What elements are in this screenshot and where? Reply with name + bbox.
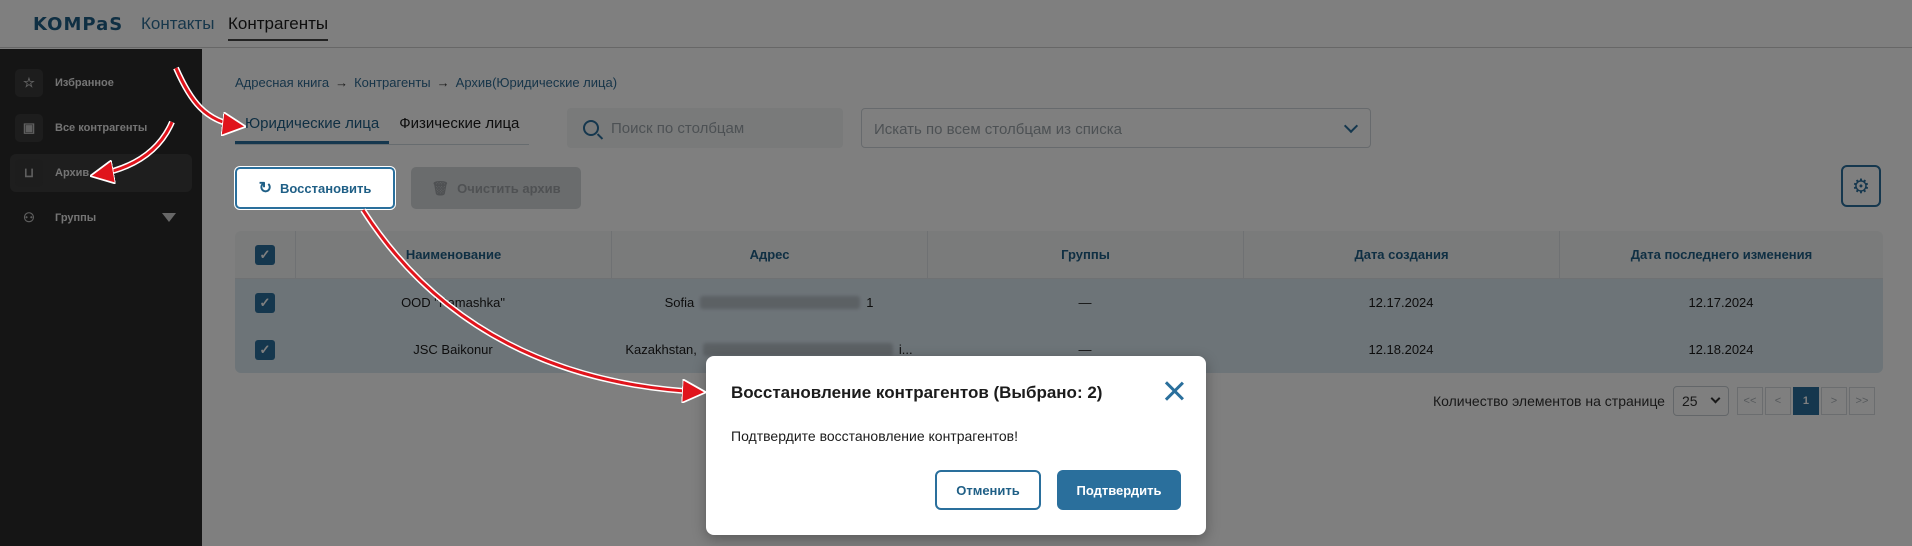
dialog-message: Подтвердите восстановление контрагентов!	[731, 428, 1018, 444]
restore-confirm-dialog: Восстановление контрагентов (Выбрано: 2)…	[706, 356, 1206, 535]
restore-button[interactable]: ↻ Восстановить	[234, 166, 396, 210]
close-icon[interactable]	[1161, 378, 1187, 404]
restore-label: Восстановить	[280, 180, 372, 196]
cancel-button[interactable]: Отменить	[935, 470, 1041, 510]
dialog-title: Восстановление контрагентов (Выбрано: 2)	[731, 383, 1103, 402]
refresh-icon: ↻	[258, 180, 273, 197]
confirm-button[interactable]: Подтвердить	[1057, 470, 1181, 510]
